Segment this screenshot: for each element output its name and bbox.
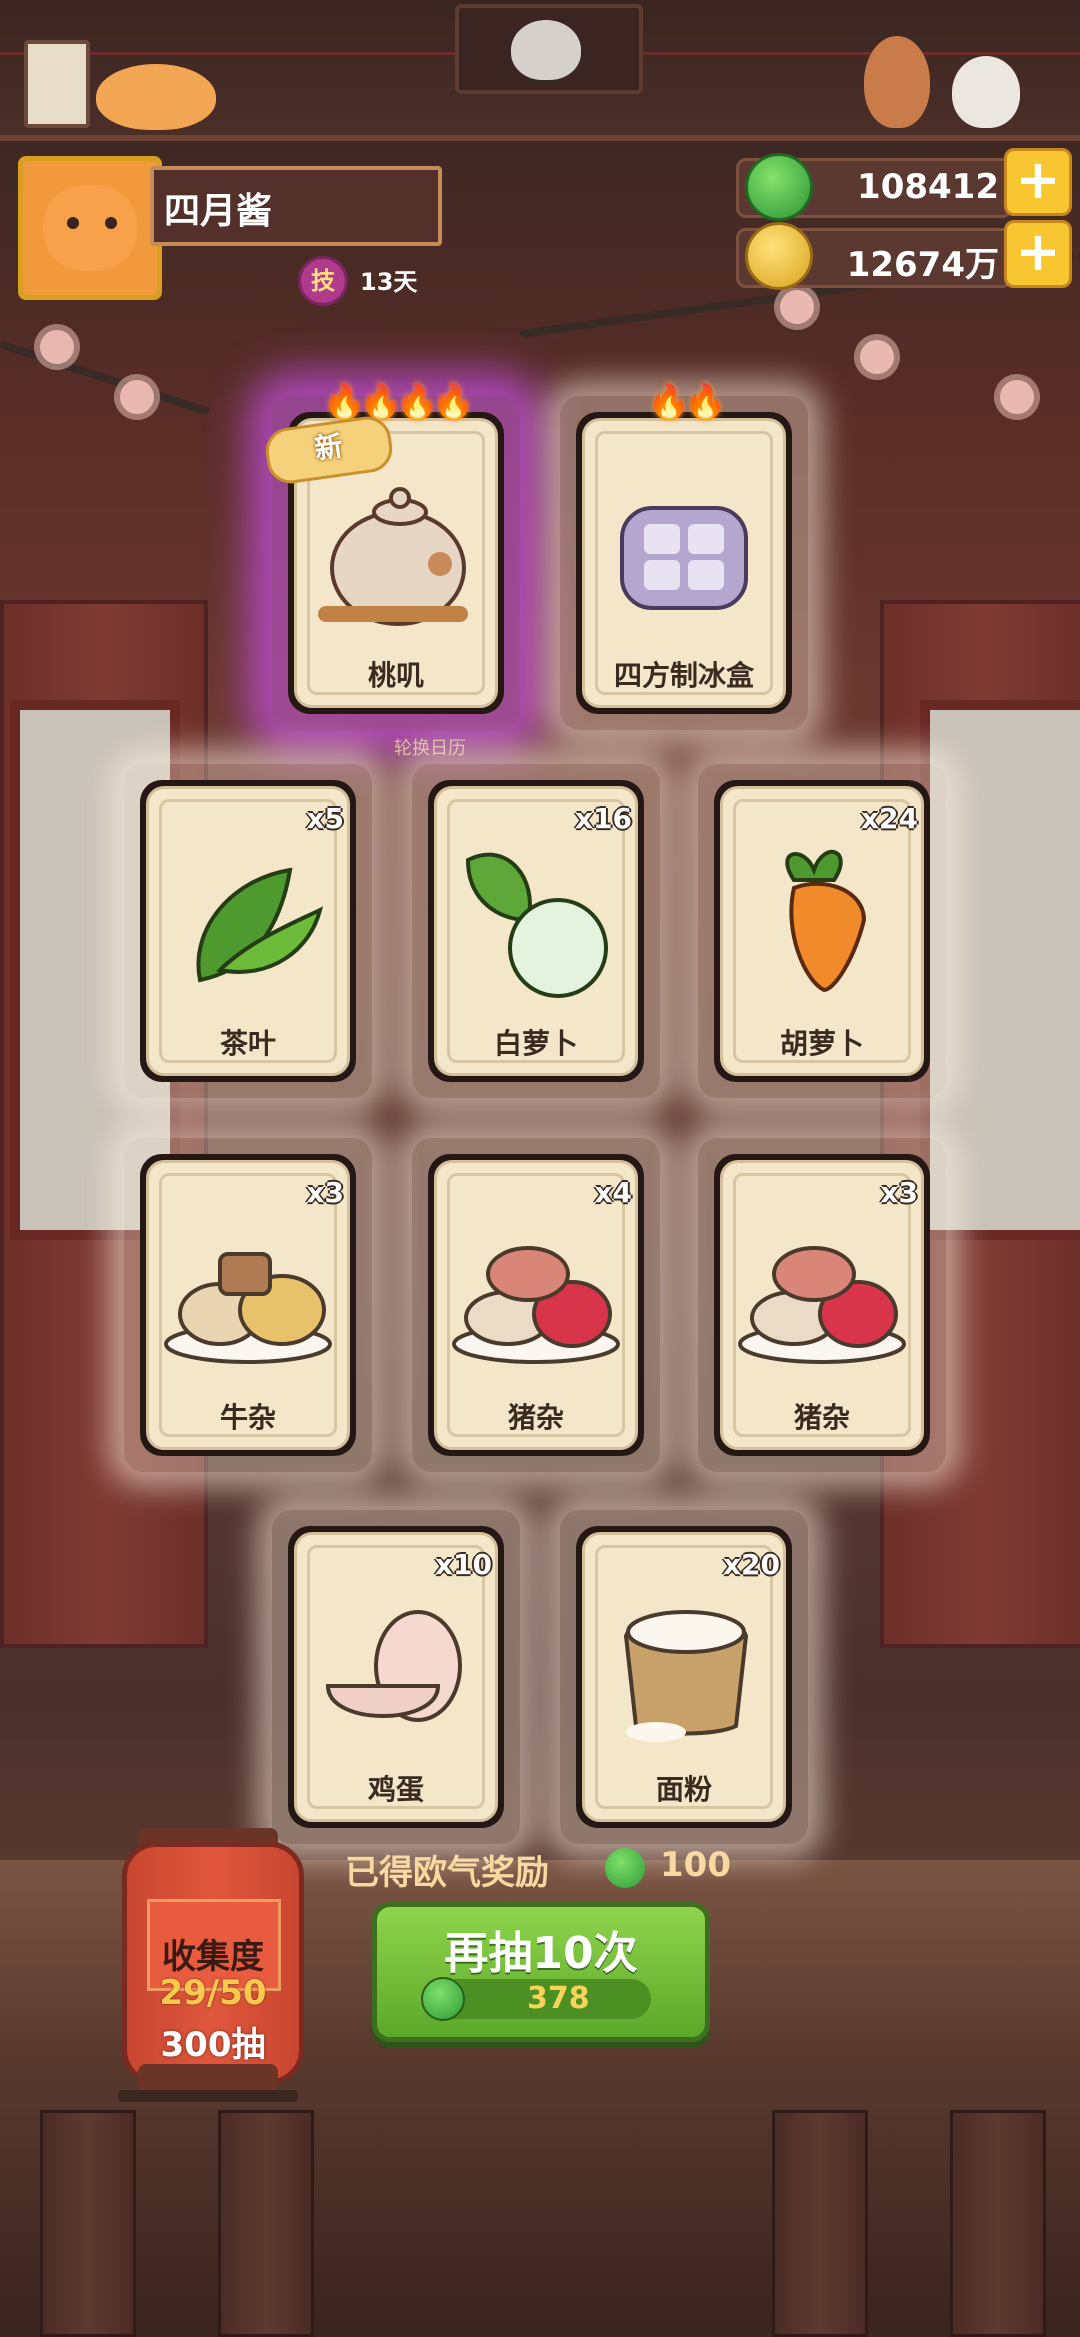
add-coins-button[interactable]: + — [1004, 220, 1072, 288]
card-white-radish[interactable]: x16 白萝卜 — [412, 764, 660, 1098]
railing-post — [218, 2110, 314, 2337]
lantern-stand — [118, 2090, 298, 2102]
railing-post — [950, 2110, 1046, 2337]
teapot-art — [308, 472, 484, 632]
blossom-decoration — [1000, 380, 1034, 414]
hanging-scroll — [455, 4, 643, 94]
jade-amount: 108412 — [857, 167, 999, 207]
card-count: x24 — [860, 802, 918, 835]
collection-draws: 300抽 — [160, 2025, 266, 2065]
card-label: 白萝卜 — [493, 1027, 578, 1060]
ice-box-art — [596, 472, 772, 632]
coin-amount: 12674万 — [846, 245, 999, 285]
reward-label: 已得欧气奖励 — [345, 1853, 549, 1893]
card-label: 猪杂 — [507, 1401, 564, 1434]
pork-offal-art — [448, 1214, 624, 1374]
card-flour[interactable]: x20 面粉 — [560, 1510, 808, 1844]
card-label: 四方制冰盒 — [613, 659, 754, 692]
card-tea-leaves[interactable]: x5 茶叶 — [124, 764, 372, 1098]
avatar-eye — [105, 217, 117, 229]
blossom-decoration — [120, 380, 154, 414]
draw-cost-value: 378 — [527, 1981, 590, 2016]
beef-offal-art — [160, 1214, 336, 1374]
cat-face — [43, 185, 137, 271]
card-label: 牛杂 — [219, 1401, 276, 1434]
cat-figure — [511, 20, 581, 80]
orange-cat-figure — [96, 64, 216, 130]
card-count: x3 — [306, 1176, 344, 1209]
boy-figure — [864, 36, 930, 128]
card-egg[interactable]: x10 鸡蛋 — [272, 1510, 520, 1844]
card-label: 桃叽 — [367, 659, 424, 692]
blossom-decoration — [40, 330, 74, 364]
carrot-art — [734, 840, 910, 1000]
card-beef-offal[interactable]: x3 牛杂 — [124, 1138, 372, 1472]
card-label: 胡萝卜 — [779, 1027, 864, 1060]
skill-badge-icon[interactable]: 技 — [298, 256, 348, 306]
player-name: 四月酱 — [164, 191, 273, 232]
draw-again-button[interactable]: 再抽10次 378 — [372, 1902, 710, 2042]
collection-title: 收集度 — [162, 1937, 264, 1977]
card-count: x20 — [722, 1548, 780, 1581]
card-count: x5 — [306, 802, 344, 835]
rarity-flames: 🔥🔥 — [647, 382, 727, 422]
egg-art — [308, 1586, 484, 1746]
avatar-eye — [67, 217, 79, 229]
card-taoji[interactable]: 🔥🔥🔥🔥 新 桃叽 — [262, 382, 520, 730]
card-label: 猪杂 — [793, 1401, 850, 1434]
card-ice-box[interactable]: 🔥🔥 四方制冰盒 — [560, 382, 808, 730]
blossom-decoration — [860, 340, 894, 374]
blossom-decoration — [780, 290, 814, 324]
pork-offal-art — [734, 1214, 910, 1374]
card-label: 鸡蛋 — [367, 1773, 424, 1806]
card-count: x16 — [574, 802, 632, 835]
draw-cost: 378 — [421, 1977, 651, 2021]
rotation-calendar-label[interactable]: 轮换日历 — [360, 734, 500, 760]
railing-post — [40, 2110, 136, 2337]
add-jade-button[interactable]: + — [1004, 148, 1072, 216]
jade-icon — [745, 153, 813, 221]
card-pork-offal[interactable]: x4 猪杂 — [412, 1138, 660, 1472]
collection-lantern[interactable]: 收集度 29/50 300抽 — [122, 1842, 304, 2084]
tea-leaf-art — [160, 840, 336, 1000]
paw-frame — [24, 40, 90, 128]
rope — [630, 52, 1080, 55]
days-label: 13天 — [360, 268, 418, 296]
card-label: 面粉 — [655, 1773, 712, 1806]
rarity-flames: 🔥🔥🔥🔥 — [323, 382, 474, 422]
white-radish-art — [448, 840, 624, 1000]
railing-post — [772, 2110, 868, 2337]
reward-value: 100 — [660, 1845, 731, 1885]
flour-sack-art — [596, 1586, 772, 1746]
collection-progress: 29/50 — [159, 1973, 267, 2013]
player-avatar[interactable] — [18, 156, 162, 300]
jade-icon — [421, 1977, 465, 2021]
card-count: x4 — [594, 1176, 632, 1209]
player-name-box: 四月酱 — [150, 166, 442, 246]
card-pork-offal-2[interactable]: x3 猪杂 — [698, 1138, 946, 1472]
jade-icon — [605, 1848, 645, 1888]
card-count: x10 — [434, 1548, 492, 1581]
card-label: 茶叶 — [219, 1027, 276, 1060]
white-cat-figure — [952, 56, 1020, 128]
card-carrot[interactable]: x24 胡萝卜 — [698, 764, 946, 1098]
draw-again-label: 再抽10次 — [444, 1928, 638, 1979]
coin-icon — [745, 222, 813, 290]
card-count: x3 — [880, 1176, 918, 1209]
